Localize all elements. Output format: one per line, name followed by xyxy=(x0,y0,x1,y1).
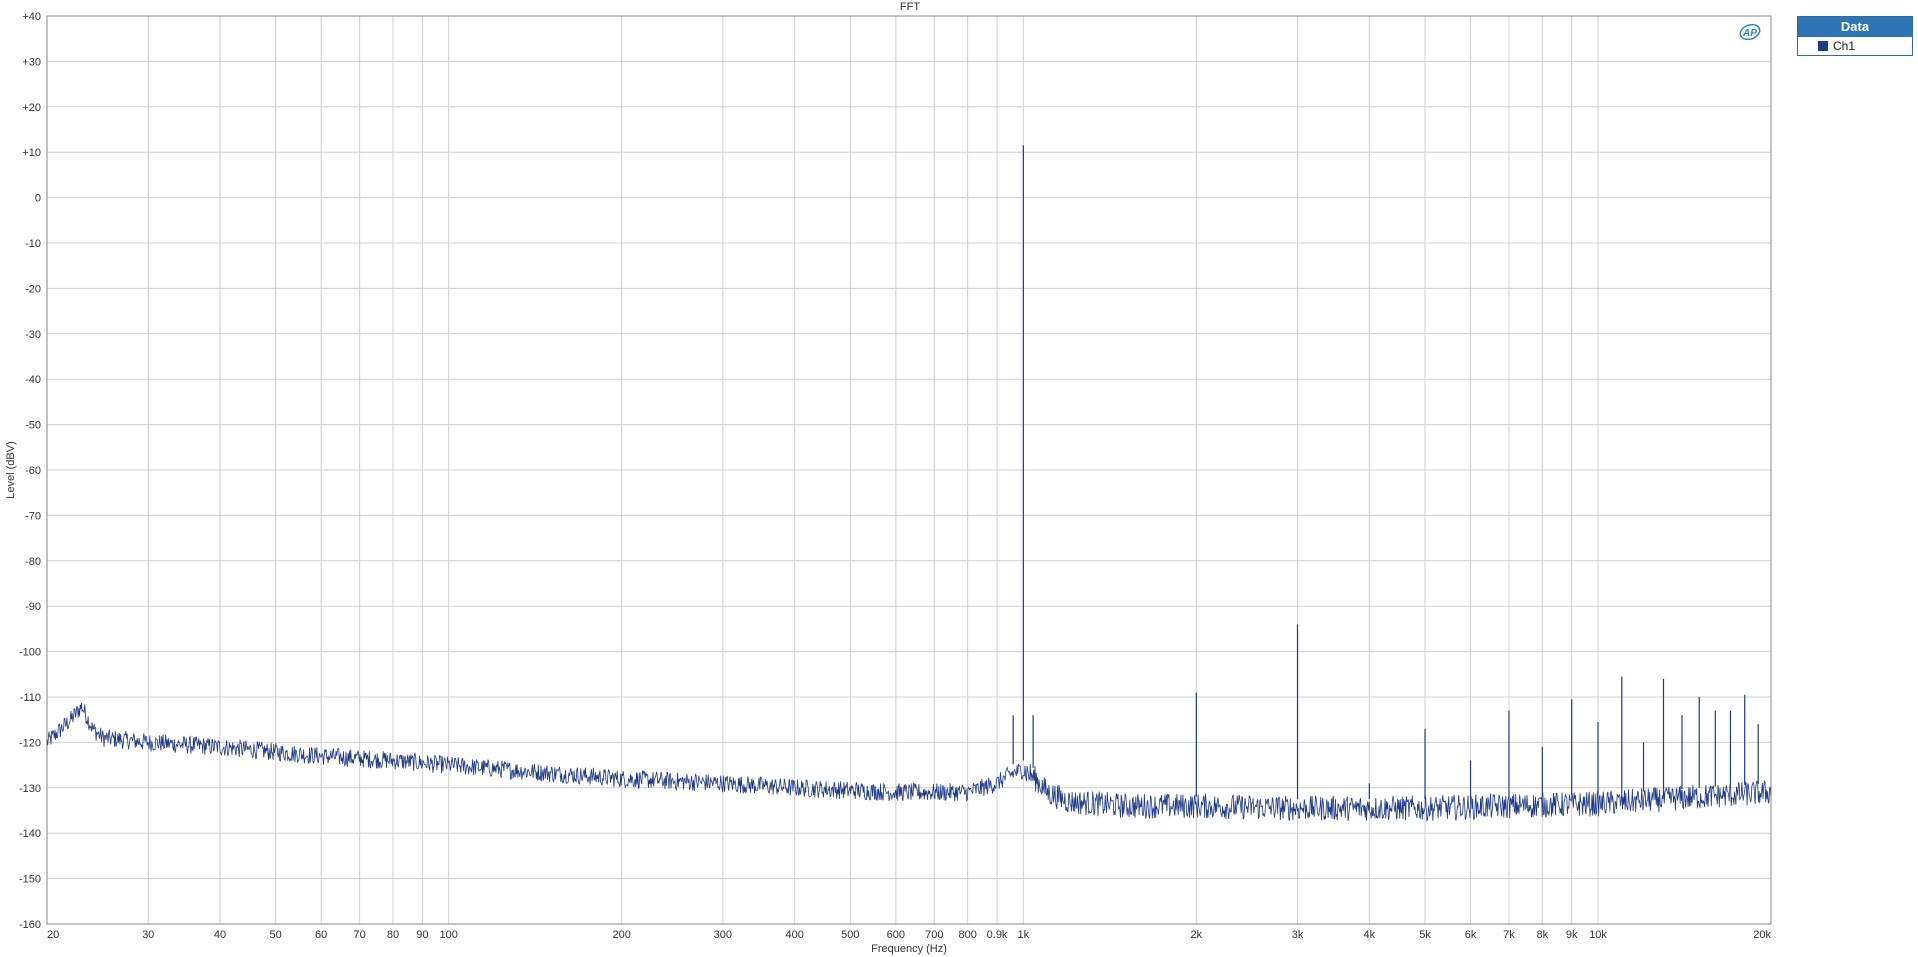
x-tick-label: 400 xyxy=(785,929,803,941)
y-tick-label: -40 xyxy=(25,374,41,386)
x-tick-label: 700 xyxy=(925,929,943,941)
x-tick-label: 40 xyxy=(214,929,226,941)
legend: Data Ch1 xyxy=(1797,16,1913,56)
y-tick-label: -130 xyxy=(19,783,41,795)
x-tick-label: 1k xyxy=(1018,929,1030,941)
x-tick-label: 20k xyxy=(1753,929,1771,941)
y-tick-label: -160 xyxy=(19,919,41,931)
y-tick-label: -100 xyxy=(19,647,41,659)
y-tick-label: -20 xyxy=(25,283,41,295)
chart-title: FFT xyxy=(900,1,920,13)
x-tick-label: 7k xyxy=(1503,929,1515,941)
x-tick-label: 10k xyxy=(1589,929,1607,941)
y-tick-label: -10 xyxy=(25,238,41,250)
x-tick-label: 70 xyxy=(354,929,366,941)
y-tick-label: -60 xyxy=(25,465,41,477)
x-tick-label: 80 xyxy=(387,929,399,941)
fft-chart: FFT +40 +30 +20 +10 0 -10 -20 -30 -40 -50 -60 -70 -8… xyxy=(0,0,1918,957)
x-tick-label: 2k xyxy=(1191,929,1203,941)
y-tick-label: -90 xyxy=(25,601,41,613)
x-tick-label: 4k xyxy=(1364,929,1376,941)
x-tick-label: 3k xyxy=(1292,929,1304,941)
y-tick-label: -150 xyxy=(19,874,41,886)
x-tick-label: 600 xyxy=(887,929,905,941)
x-tick-label: 9k xyxy=(1566,929,1578,941)
x-tick-label: 6k xyxy=(1465,929,1477,941)
y-tick-label: -70 xyxy=(25,510,41,522)
legend-header: Data xyxy=(1798,17,1912,37)
x-tick-label: 800 xyxy=(958,929,976,941)
y-tick-label: 0 xyxy=(35,193,41,205)
legend-item-ch1[interactable]: Ch1 xyxy=(1798,37,1912,55)
y-tick-label: -80 xyxy=(25,556,41,568)
y-axis-label: Level (dBV) xyxy=(5,441,17,498)
ap-logo-text: AP xyxy=(1742,28,1757,39)
x-tick-label: 300 xyxy=(714,929,732,941)
x-tick-label: 200 xyxy=(612,929,630,941)
legend-swatch xyxy=(1818,41,1828,51)
x-tick-label: 30 xyxy=(142,929,154,941)
y-tick-label: +40 xyxy=(22,11,41,23)
x-tick-label: 20 xyxy=(47,929,59,941)
y-tick-label: -140 xyxy=(19,828,41,840)
legend-item-label: Ch1 xyxy=(1833,39,1856,53)
y-tick-label: -30 xyxy=(25,329,41,341)
x-tick-label: 5k xyxy=(1419,929,1431,941)
x-tick-label: 500 xyxy=(841,929,859,941)
y-tick-label: +20 xyxy=(22,102,41,114)
y-tick-label: -50 xyxy=(25,420,41,432)
y-tick-label: +10 xyxy=(22,147,41,159)
x-tick-label: 0.9k xyxy=(987,929,1008,941)
y-tick-label: -110 xyxy=(20,692,41,704)
chart-background xyxy=(0,0,1918,957)
x-tick-label: 60 xyxy=(315,929,327,941)
x-tick-label: 90 xyxy=(416,929,428,941)
x-tick-label: 8k xyxy=(1537,929,1549,941)
x-axis-label: Frequency (Hz) xyxy=(871,943,947,955)
x-tick-label: 50 xyxy=(270,929,282,941)
y-tick-label: -120 xyxy=(19,737,41,749)
x-tick-label: 100 xyxy=(439,929,457,941)
y-tick-label: +30 xyxy=(22,56,41,68)
